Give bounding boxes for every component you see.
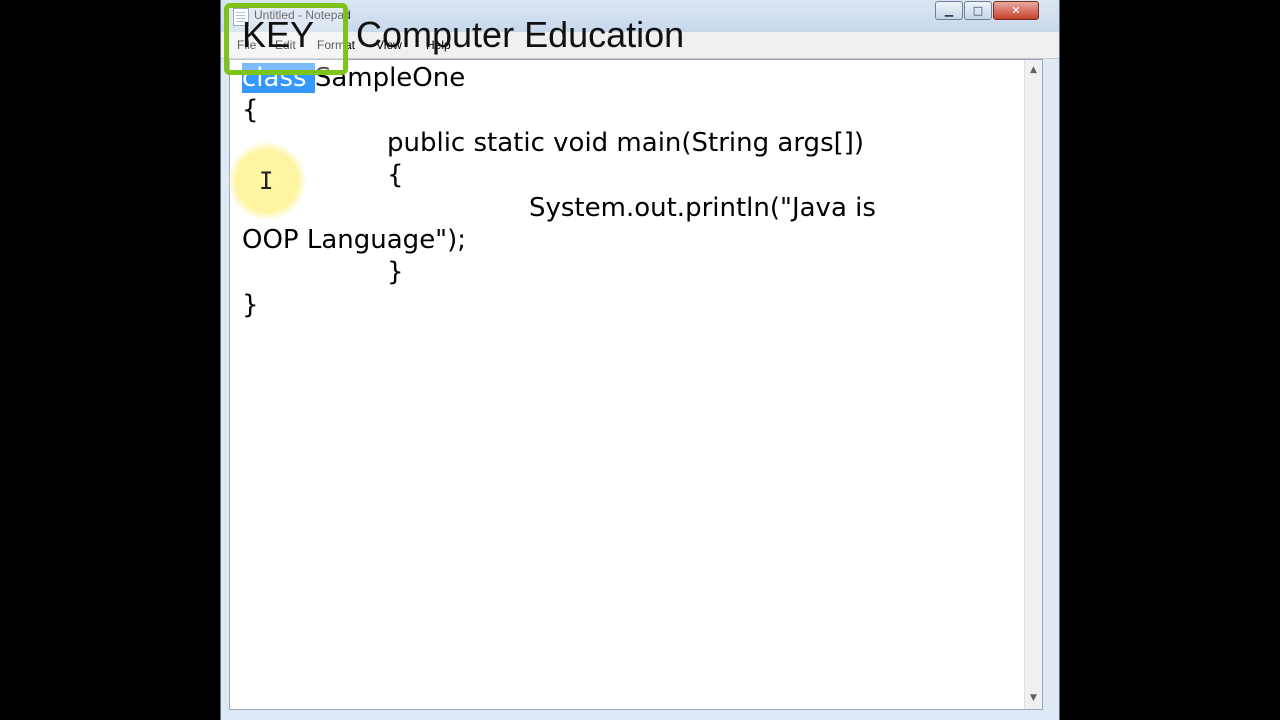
scroll-up-icon[interactable]: ▲ [1025, 62, 1042, 79]
watermark-brand: KEY [242, 14, 315, 55]
watermark-tagline: Computer Education [356, 14, 685, 55]
code-line-7: } [387, 257, 404, 287]
vertical-scrollbar[interactable]: ▲ ▼ [1024, 60, 1042, 709]
code-line-2: { [242, 95, 259, 125]
text-cursor-icon: I [259, 167, 274, 195]
scroll-down-icon[interactable]: ▼ [1025, 690, 1042, 707]
minimize-button[interactable]: ▁ [935, 1, 963, 20]
code-line-6: OOP Language"); [242, 225, 467, 255]
close-button[interactable]: ✕ [993, 1, 1039, 20]
code-line-3: public static void main(String args[]) [387, 128, 865, 158]
code-line-5: System.out.println("Java is [529, 193, 876, 223]
maximize-button[interactable]: □ [964, 1, 992, 20]
code-line-8: } [242, 290, 259, 320]
text-editor[interactable]: class SampleOne { public static void mai… [229, 59, 1043, 710]
notepad-window: Untitled - Notepad ▁ □ ✕ File Edit Forma… [220, 0, 1060, 720]
code-line-4: { [387, 160, 404, 190]
